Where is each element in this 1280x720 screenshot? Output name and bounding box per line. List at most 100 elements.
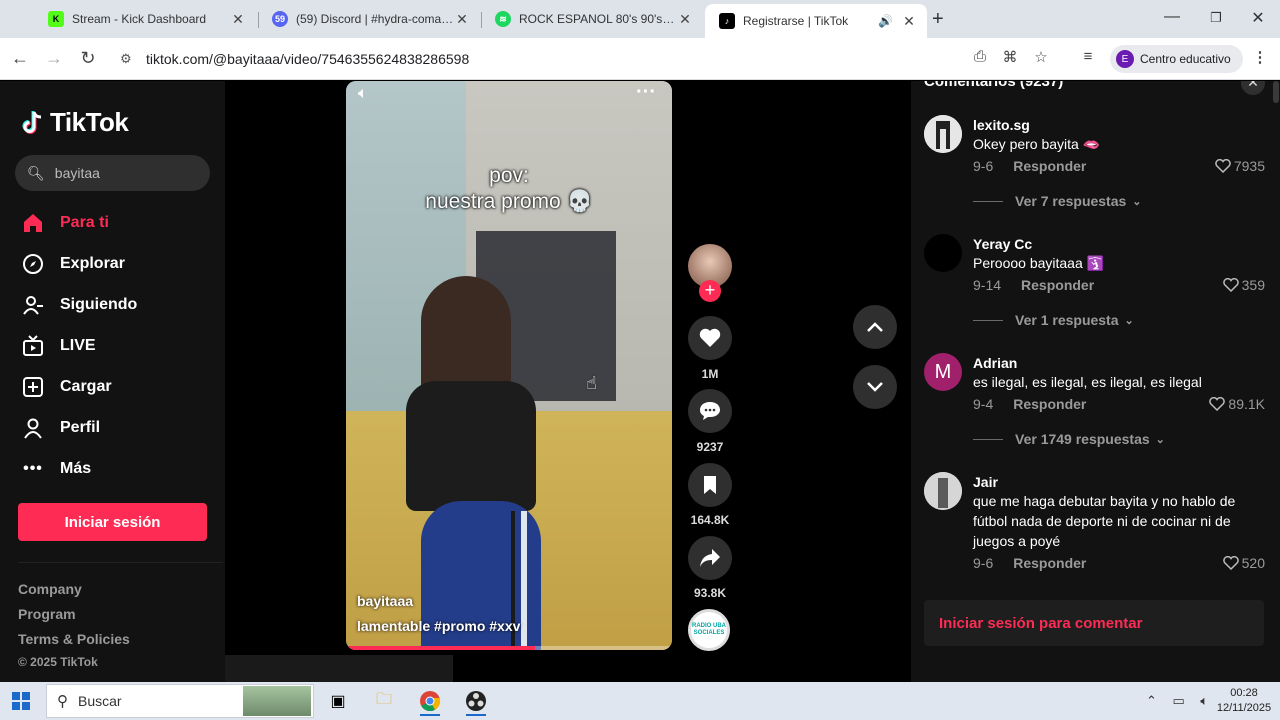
logo-text: TikTok	[50, 107, 129, 137]
footer-link-program[interactable]: Program	[18, 606, 76, 622]
comment-login-button[interactable]: Iniciar sesión para comentar	[924, 600, 1264, 646]
close-tab-icon[interactable]: ✕	[454, 11, 470, 28]
comment-like-button[interactable]: 520	[1222, 555, 1265, 571]
close-comments-icon[interactable]: ✕	[1241, 81, 1265, 95]
nav-item-para-ti[interactable]: Para ti	[22, 209, 109, 237]
comment-date: 9-4	[973, 396, 994, 412]
music-disc[interactable]: RADIO UBA SOCIALES	[688, 609, 730, 651]
site-settings-icon[interactable]: ⚙	[120, 51, 132, 67]
video-player[interactable]: 🔈︎ ··· pov: nuestra promo 💀 bayitaaa lam…	[346, 81, 672, 650]
follow-button[interactable]: +	[699, 280, 721, 302]
compass-icon	[22, 253, 44, 275]
tab-kick[interactable]: K Stream - Kick Dashboard ✕	[34, 4, 256, 34]
comment-avatar[interactable]	[924, 234, 962, 272]
view-replies-button[interactable]: Ver 1749 respuestas ⌄	[973, 431, 1165, 447]
horizontal-scrollbar[interactable]	[225, 655, 453, 682]
obs-icon[interactable]	[458, 686, 494, 716]
comment-like-button[interactable]: 89.1K	[1209, 396, 1265, 412]
share-button[interactable]	[688, 536, 732, 580]
reply-button[interactable]: Responder	[1013, 555, 1086, 571]
mute-icon[interactable]: 🔈︎	[358, 85, 368, 103]
taskbar-clock[interactable]: 00:28 12/11/2025	[1214, 686, 1274, 716]
file-explorer-icon[interactable]: 🗀	[366, 686, 402, 716]
tiktok-page: TikTok 🔍︎ bayitaa Para ti Explorar Sigui…	[0, 81, 1280, 682]
restore-icon[interactable]: ❐	[1206, 10, 1226, 26]
comment-username[interactable]: Adrian	[973, 355, 1017, 371]
reply-button[interactable]: Responder	[1013, 396, 1086, 412]
video-description[interactable]: lamentable #promo #xxv	[357, 618, 520, 634]
forward-icon[interactable]: →	[44, 48, 64, 69]
search-input[interactable]: 🔍︎ bayitaa	[15, 155, 210, 191]
footer-link-company[interactable]: Company	[18, 581, 82, 597]
system-tray[interactable]: ⌃ ▭ 🔈︎	[1146, 693, 1214, 709]
save-button[interactable]	[688, 463, 732, 507]
tab-tiktok[interactable]: ♪ Registrarse | TikTok 🔊 ✕	[705, 4, 927, 38]
bookmark-star-icon[interactable]: ☆	[1031, 48, 1051, 66]
nav-item-explorar[interactable]: Explorar	[22, 250, 125, 278]
comment-avatar[interactable]	[924, 472, 962, 510]
scrollbar-thumb[interactable]	[1273, 81, 1279, 103]
comment-avatar[interactable]: M	[924, 353, 962, 391]
back-icon[interactable]: ←	[10, 48, 30, 69]
tab-title: ROCK ESPANOL 80's 90's y más	[519, 12, 677, 26]
comment-username[interactable]: lexito.sg	[973, 117, 1030, 133]
window-close-icon[interactable]: ✕	[1248, 8, 1268, 28]
footer-link-terms[interactable]: Terms & Policies	[18, 631, 130, 647]
video-username[interactable]: bayitaaa	[357, 593, 413, 609]
windows-start-icon[interactable]	[12, 692, 30, 710]
previous-video-button[interactable]	[853, 305, 897, 349]
speaker-icon[interactable]: 🔊	[878, 14, 893, 28]
comment-avatar[interactable]	[924, 115, 962, 153]
install-app-icon[interactable]: ⎙	[970, 48, 990, 65]
task-view-icon[interactable]: ▣	[320, 686, 356, 716]
profile-avatar: E	[1116, 50, 1134, 68]
close-tab-icon[interactable]: ✕	[230, 11, 246, 28]
close-tab-icon[interactable]: ✕	[901, 13, 917, 30]
tab-discord[interactable]: 59 (59) Discord | #hydra-comando ✕	[258, 4, 480, 34]
reply-button[interactable]: Responder	[1013, 158, 1086, 174]
comment-like-button[interactable]: 359	[1222, 277, 1265, 293]
url-field[interactable]: ⚙ tiktok.com/@bayitaaa/video/75463556248…	[110, 43, 960, 75]
new-tab-button[interactable]: +	[932, 8, 944, 31]
comment-button[interactable]	[688, 389, 732, 433]
comment-username[interactable]: Jair	[973, 474, 998, 490]
nav-item-perfil[interactable]: Perfil	[22, 414, 100, 442]
home-icon	[22, 212, 44, 234]
reply-button[interactable]: Responder	[1021, 277, 1094, 293]
close-tab-icon[interactable]: ✕	[677, 11, 693, 28]
video-caption-overlay: pov: nuestra promo 💀	[346, 163, 672, 215]
nav-item-mas[interactable]: ••• Más	[22, 455, 91, 483]
comment-text: es ilegal, es ilegal, es ilegal, es ileg…	[973, 374, 1202, 390]
tab-spotify[interactable]: ≋ ROCK ESPANOL 80's 90's y más ✕	[481, 4, 703, 34]
reload-icon[interactable]: ↻	[78, 48, 98, 69]
clock-time: 00:28	[1230, 687, 1258, 699]
taskbar-search-input[interactable]: ⚲ Buscar	[46, 684, 314, 718]
login-button[interactable]: Iniciar sesión	[18, 503, 207, 541]
comment-like-button[interactable]: 7935	[1215, 158, 1265, 174]
nav-item-cargar[interactable]: Cargar	[22, 373, 112, 401]
like-button[interactable]	[688, 316, 732, 360]
video-progress-bar[interactable]	[346, 646, 672, 650]
comment-date: 9-6	[973, 555, 994, 571]
profile-button[interactable]: E Centro educativo	[1110, 45, 1243, 73]
search-icon: ⚲	[57, 693, 68, 710]
chrome-icon[interactable]	[412, 686, 448, 716]
view-replies-button[interactable]: Ver 1 respuesta ⌄	[973, 312, 1134, 328]
chevron-down-icon: ⌄	[1124, 314, 1134, 327]
tiktok-logo[interactable]: TikTok	[22, 107, 129, 138]
view-replies-button[interactable]: Ver 7 respuestas ⌄	[973, 193, 1142, 209]
media-control-icon[interactable]: ≡	[1078, 48, 1098, 65]
page-scrollbar[interactable]	[1272, 81, 1280, 682]
minimize-icon[interactable]: —	[1162, 8, 1182, 26]
tab-title: Stream - Kick Dashboard	[72, 12, 207, 26]
browser-menu-icon[interactable]: ⋮	[1250, 48, 1270, 66]
video-more-icon[interactable]: ···	[636, 81, 656, 104]
comment-date: 9-6	[973, 158, 994, 174]
translate-icon[interactable]: ⌘	[1000, 48, 1020, 66]
nav-item-siguiendo[interactable]: Siguiendo	[22, 291, 137, 319]
comment-username[interactable]: Yeray Cc	[973, 236, 1032, 252]
search-icon: 🔍︎	[27, 164, 45, 181]
next-video-button[interactable]	[853, 365, 897, 409]
tiktok-icon: ♪	[719, 13, 735, 29]
nav-item-live[interactable]: LIVE	[22, 332, 96, 360]
